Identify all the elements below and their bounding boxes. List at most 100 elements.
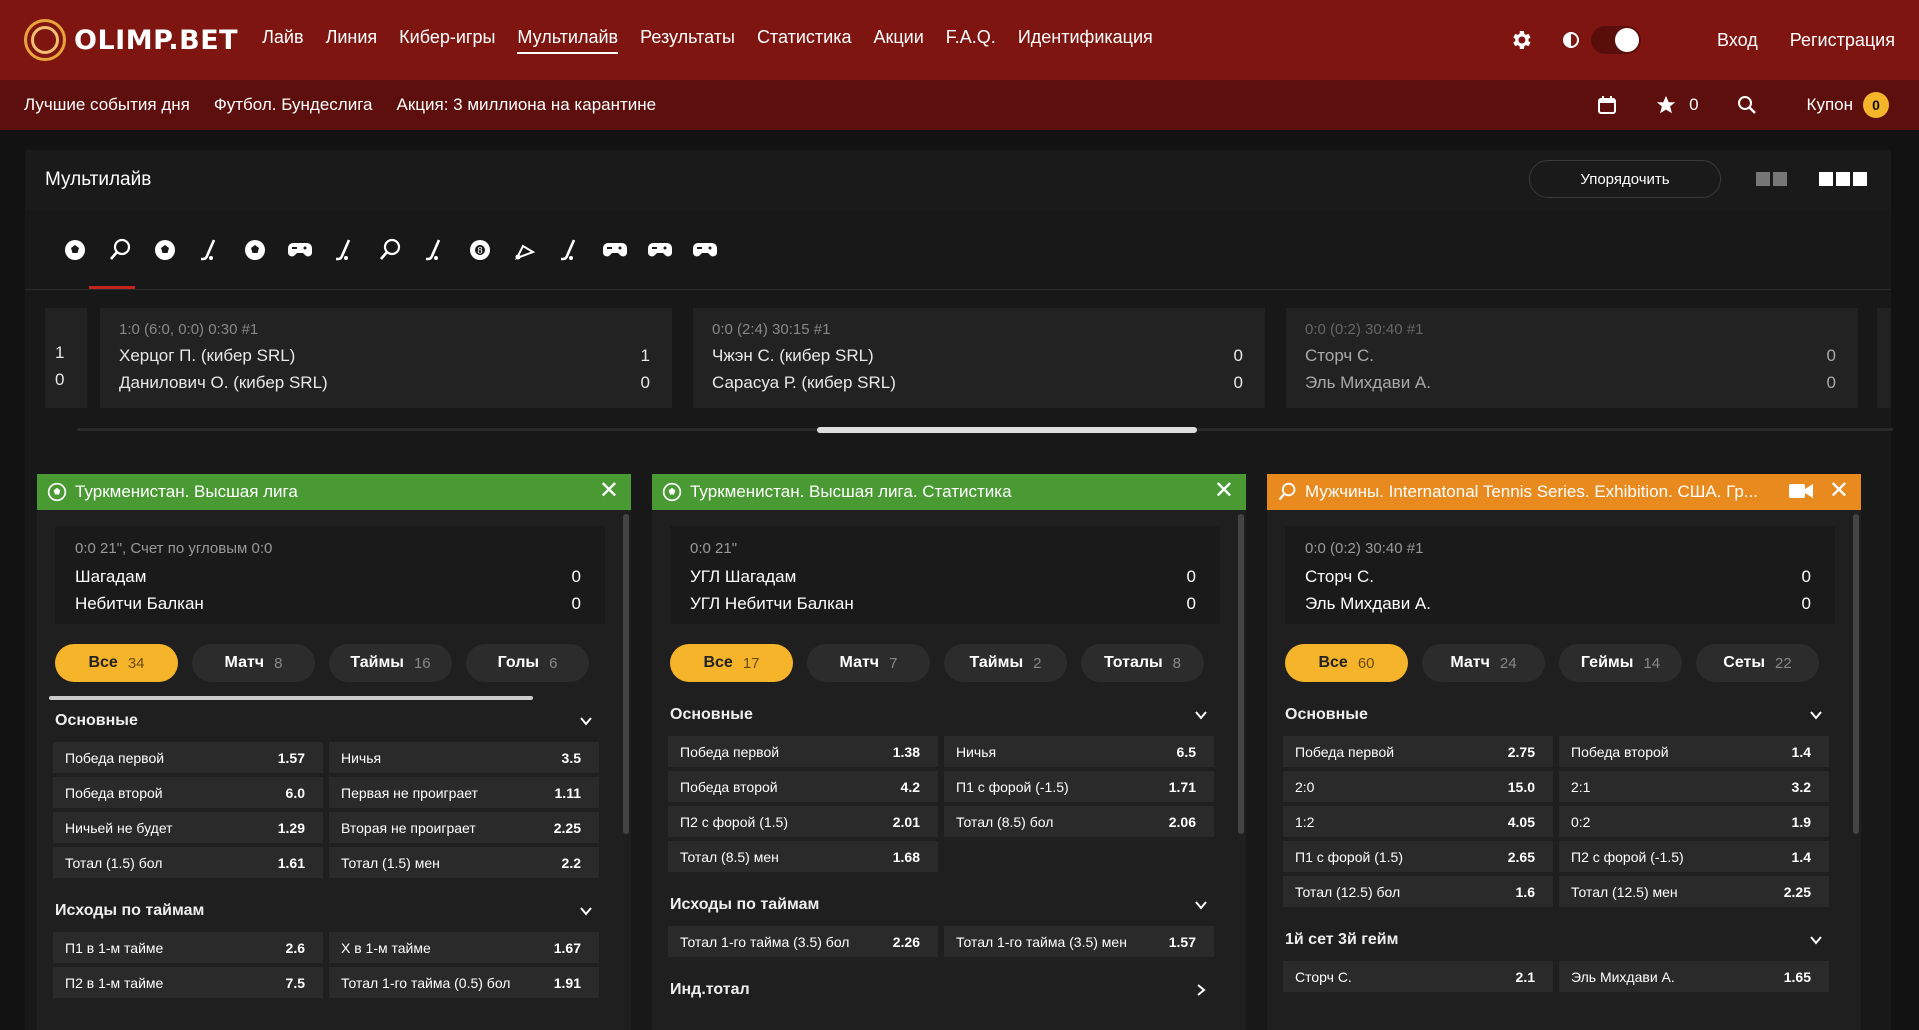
layout-two-columns-icon[interactable] xyxy=(1756,172,1787,186)
widget-title[interactable]: Туркменистан. Высшая лига. Статистика xyxy=(690,482,1012,502)
odd-button[interactable]: Победа первой 2.75 xyxy=(1283,736,1553,767)
odd-button[interactable]: Ничья 3.5 xyxy=(329,742,599,773)
odd-button[interactable]: 2:0 15.0 xyxy=(1283,771,1553,802)
star-icon[interactable] xyxy=(1655,94,1677,116)
widget-scrollbar[interactable] xyxy=(1238,514,1244,834)
odd-button[interactable]: Тотал (8.5) мен 1.68 xyxy=(668,841,938,872)
odd-button[interactable]: Победа первой 1.57 xyxy=(53,742,323,773)
market-section-title[interactable]: Исходы по таймам xyxy=(670,896,819,914)
odd-button[interactable]: Победа второй 6.0 xyxy=(53,777,323,808)
tabs-scrollbar[interactable] xyxy=(49,696,533,700)
market-section-title[interactable]: Основные xyxy=(1285,706,1368,724)
odd-button[interactable]: Сторч С. 2.1 xyxy=(1283,961,1553,992)
live-event-card[interactable]: 1 0 xyxy=(45,308,87,408)
widget-title[interactable]: Туркменистан. Высшая лига xyxy=(75,482,298,502)
tab-market-filter[interactable]: Все 34 xyxy=(55,644,178,682)
odd-button[interactable]: 1:2 4.05 xyxy=(1283,806,1553,837)
odd-button[interactable]: Вторая не проиграет 2.25 xyxy=(329,812,599,843)
market-section-title[interactable]: Инд.тотал xyxy=(670,981,750,999)
esports-icon[interactable] xyxy=(277,227,322,272)
odd-button[interactable]: Ничьей не будет 1.29 xyxy=(53,812,323,843)
subnav-bundesliga[interactable]: Футбол. Бундеслига xyxy=(214,95,373,115)
odd-button[interactable]: 2:1 3.2 xyxy=(1559,771,1829,802)
nav-statistics[interactable]: Статистика xyxy=(757,27,852,54)
tab-market-filter[interactable]: Голы 6 xyxy=(466,644,589,682)
gamepad-icon[interactable] xyxy=(682,227,727,272)
search-icon[interactable] xyxy=(1737,95,1757,115)
billiards-icon[interactable]: 8 xyxy=(457,227,502,272)
odd-button[interactable]: П1 с форой (-1.5) 1.71 xyxy=(944,771,1214,802)
chevron-down-icon[interactable] xyxy=(1194,708,1208,725)
odd-button[interactable]: Тотал 1-го тайма (0.5) бол 1.91 xyxy=(329,967,599,998)
live-event-card[interactable] xyxy=(1877,308,1891,408)
chevron-down-icon[interactable] xyxy=(1809,708,1823,725)
nav-results[interactable]: Результаты xyxy=(640,27,735,54)
tab-market-filter[interactable]: Таймы 16 xyxy=(329,644,452,682)
subnav-best-events[interactable]: Лучшие события дня xyxy=(24,95,190,115)
tab-market-filter[interactable]: Тоталы 8 xyxy=(1081,644,1204,682)
volleyball-icon[interactable] xyxy=(232,227,277,272)
tab-market-filter[interactable]: Матч 8 xyxy=(192,644,315,682)
odd-button[interactable]: П2 в 1-м тайме 7.5 xyxy=(53,967,323,998)
live-event-card[interactable]: 0:0 (2:4) 30:15 #1 Чжэн С. (кибер SRL) С… xyxy=(693,308,1265,408)
odd-button[interactable]: Ничья 6.5 xyxy=(944,736,1214,767)
table-tennis-icon[interactable] xyxy=(367,227,412,272)
layout-three-columns-icon[interactable] xyxy=(1819,172,1867,186)
gamepad-icon[interactable] xyxy=(637,227,682,272)
widget-scrollbar[interactable] xyxy=(1853,514,1859,834)
nav-line[interactable]: Линия xyxy=(326,27,378,54)
tab-market-filter[interactable]: Все 17 xyxy=(670,644,793,682)
odd-button[interactable]: Победа второй 1.4 xyxy=(1559,736,1829,767)
tab-market-filter[interactable]: Матч 24 xyxy=(1422,644,1545,682)
widget-scrollbar[interactable] xyxy=(623,514,629,834)
live-event-card[interactable]: 0:0 (0:2) 30:40 #1 Сторч С. Эль Михдави … xyxy=(1286,308,1858,408)
odd-button[interactable]: Тотал 1-го тайма (3.5) бол 2.26 xyxy=(668,926,938,957)
chevron-down-icon[interactable] xyxy=(579,904,593,921)
gear-icon[interactable] xyxy=(1509,28,1533,52)
nav-promotions[interactable]: Акции xyxy=(873,27,923,54)
hockey-stick-icon[interactable] xyxy=(412,227,457,272)
close-icon[interactable]: ✕ xyxy=(1214,479,1234,503)
odd-button[interactable]: Победа первой 1.38 xyxy=(668,736,938,767)
chevron-down-icon[interactable] xyxy=(1809,933,1823,950)
odd-button[interactable]: Х в 1-м тайме 1.67 xyxy=(329,932,599,963)
chevron-right-icon[interactable] xyxy=(1194,983,1208,1000)
order-button[interactable]: Упорядочить xyxy=(1529,160,1721,198)
logo[interactable]: OLIMP.BET xyxy=(24,19,238,61)
market-section-title[interactable]: Исходы по таймам xyxy=(55,902,204,920)
cricket-icon[interactable] xyxy=(322,227,367,272)
login-link[interactable]: Вход xyxy=(1717,30,1758,51)
nav-faq[interactable]: F.A.Q. xyxy=(946,27,996,54)
video-camera-icon[interactable] xyxy=(1789,483,1813,504)
chevron-down-icon[interactable] xyxy=(579,714,593,731)
market-section-title[interactable]: Основные xyxy=(55,712,138,730)
odd-button[interactable]: Эль Михдави А. 1.65 xyxy=(1559,961,1829,992)
odd-button[interactable]: Тотал (1.5) бол 1.61 xyxy=(53,847,323,878)
register-link[interactable]: Регистрация xyxy=(1790,30,1895,51)
bandy-icon[interactable] xyxy=(547,227,592,272)
market-section-title[interactable]: 1й сет 3й гейм xyxy=(1285,931,1398,949)
moon-icon[interactable] xyxy=(1563,30,1583,50)
market-section-title[interactable]: Основные xyxy=(670,706,753,724)
coupon-label[interactable]: Купон xyxy=(1807,95,1853,115)
odd-button[interactable]: П1 с форой (1.5) 2.65 xyxy=(1283,841,1553,872)
nav-multilive[interactable]: Мультилайв xyxy=(517,27,619,54)
subnav-promo[interactable]: Акция: 3 миллиона на карантине xyxy=(396,95,656,115)
odd-button[interactable]: Тотал (12.5) бол 1.6 xyxy=(1283,876,1553,907)
tab-market-filter[interactable]: Таймы 2 xyxy=(944,644,1067,682)
tab-market-filter[interactable]: Геймы 14 xyxy=(1559,644,1682,682)
odd-button[interactable]: П1 в 1-м тайме 2.6 xyxy=(53,932,323,963)
odd-button[interactable]: Тотал 1-го тайма (3.5) мен 1.57 xyxy=(944,926,1214,957)
strip-scrollbar[interactable] xyxy=(817,427,1197,433)
close-icon[interactable]: ✕ xyxy=(1829,479,1849,503)
hockey-icon[interactable] xyxy=(187,227,232,272)
live-event-card[interactable]: 1:0 (6:0, 0:0) 0:30 #1 Херцог П. (кибер … xyxy=(100,308,672,408)
calendar-icon[interactable] xyxy=(1597,95,1617,115)
tab-market-filter[interactable]: Все 60 xyxy=(1285,644,1408,682)
basketball-icon[interactable] xyxy=(142,227,187,272)
theme-toggle[interactable] xyxy=(1591,26,1642,54)
odd-button[interactable]: 0:2 1.9 xyxy=(1559,806,1829,837)
gamepad-icon[interactable] xyxy=(592,227,637,272)
tab-market-filter[interactable]: Сеты 22 xyxy=(1696,644,1819,682)
nav-identification[interactable]: Идентификация xyxy=(1018,27,1153,54)
